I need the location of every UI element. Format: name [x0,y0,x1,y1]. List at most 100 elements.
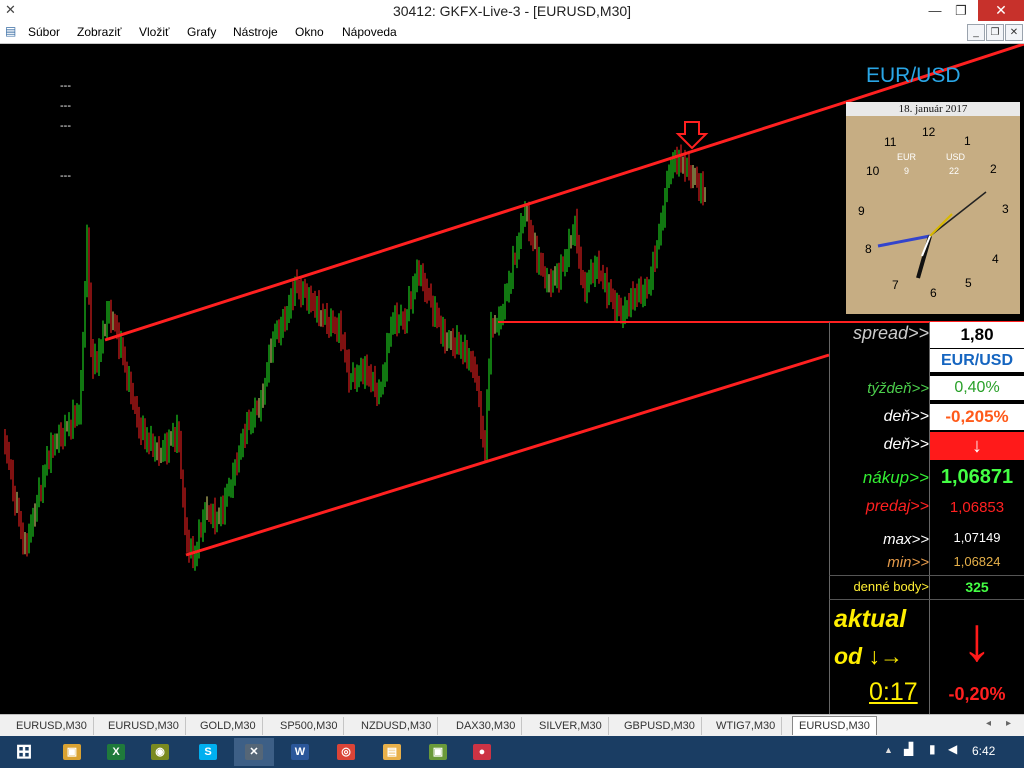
battery-icon[interactable]: ▮ [929,742,941,758]
countdown-timer: 0:17 [869,678,918,706]
big-down-arrow-icon: ↓ [961,605,993,674]
clock-time[interactable]: 6:42 [972,744,995,758]
clock-number-4: 4 [992,252,999,266]
day-direction-arrow: ↓ [930,432,1024,460]
day-label: deň>> [883,408,929,425]
menu-insert[interactable]: Vložiť [139,25,170,39]
clock-face: 12 1 2 3 4 5 6 7 8 9 10 11 EUR 9 USD 22 [846,116,1020,314]
week-label: týždeň>> [867,380,929,397]
down-arrow-icon [675,121,709,150]
close-button[interactable]: ✕ [978,0,1024,21]
word-icon: W [291,744,309,760]
clock-number-7: 7 [892,278,899,292]
indicator-dash: --- [60,100,71,112]
excel-icon: X [107,744,125,760]
mdi-minimize-button[interactable]: _ [967,24,985,41]
tab-eurusd-m30[interactable]: EURUSD,M30 [102,717,186,735]
menu-bar: ▤ Súbor Zobraziť Vložiť Grafy Nástroje O… [0,22,1024,44]
tab-scroll-right-icon[interactable]: ▸ [1006,718,1011,729]
max-value: 1,07149 [953,530,1001,545]
taskbar-skype-button[interactable]: S [188,738,228,766]
mdi-close-button[interactable]: ✕ [1005,24,1023,41]
volume-icon[interactable]: ◀ [948,742,962,758]
indicator-dash: --- [60,80,71,92]
app-9-icon: ▣ [429,744,447,760]
start-icon: ⊞ [15,741,33,763]
tray-expand-icon[interactable]: ▲ [884,745,893,755]
document-icon[interactable]: ▤ [5,24,20,39]
window-title: 30412: GKFX-Live-3 - [EURUSD,M30] [392,3,632,19]
taskbar: ⊞ ▣ X ◉ S ✕ W ◎ ▤ ▣ ● ▲ ▟ ▮ ◀ 6:42 [0,736,1024,768]
tab-scroll-left-icon[interactable]: ◂ [986,718,991,729]
taskbar-excel-button[interactable]: X [96,738,136,766]
clock-widget: 18. január 2017 12 1 2 3 4 5 6 7 8 9 10 … [846,102,1020,314]
info-panel: spread>> 1,80 EUR/USD týždeň>> 0,40% deň… [829,322,1024,714]
indicator-dash: --- [60,170,71,182]
maximize-button[interactable]: ❐ [946,0,976,21]
aktual-label: aktual [834,605,907,633]
network-icon[interactable]: ▟ [904,742,920,758]
mdi-restore-button[interactable]: ❐ [986,24,1004,41]
day-value: -0,205% [930,404,1024,430]
tab-wtig7-m30[interactable]: WTIG7,M30 [710,717,783,735]
tab-eurusd-m30-active[interactable]: EURUSD,M30 [792,716,877,735]
day-direction-label: deň>> [883,436,929,453]
clock-number-1: 1 [964,134,971,148]
clock-number-3: 3 [1002,202,1009,216]
pair-label: EUR/USD [930,349,1024,372]
clock-zone-usd-label: USD [946,152,966,162]
explorer-icon: ▤ [383,744,401,760]
spread-label: spread>> [852,323,929,343]
menu-file[interactable]: Súbor [28,25,60,39]
menu-help[interactable]: Nápoveda [342,25,397,39]
clock-number-11: 11 [884,135,897,149]
taskbar-app-1-button[interactable]: ▣ [52,738,92,766]
tab-eurusd-m30[interactable]: EURUSD,M30 [10,717,94,735]
mt4-icon: ✕ [245,744,263,760]
taskbar-word-button[interactable]: W [280,738,320,766]
menu-tools[interactable]: Nástroje [233,25,278,39]
tab-gold-m30[interactable]: GOLD,M30 [194,717,263,735]
clock-zone-eur-value: 9 [904,166,910,176]
max-label: max>> [883,531,929,548]
taskbar-app-3-button[interactable]: ◉ [140,738,180,766]
taskbar-chrome-button[interactable]: ◎ [326,738,366,766]
daily-points-label: denné body> [853,579,929,594]
chart-tabs: EURUSD,M30 EURUSD,M30 GOLD,M30 SP500,M30… [0,714,1024,737]
menu-view[interactable]: Zobraziť [77,25,122,39]
clock-minute-hand [929,213,953,237]
tab-silver-m30[interactable]: SILVER,M30 [533,717,609,735]
tab-gbpusd-m30[interactable]: GBPUSD,M30 [618,717,702,735]
sell-value: 1,06853 [949,499,1005,516]
clock-blue-hand [877,234,931,248]
clock-number-12: 12 [922,125,936,139]
taskbar-app-10-button[interactable]: ● [462,738,502,766]
spread-value: 1,80 [930,322,1024,348]
app-1-icon: ▣ [63,744,81,760]
clock-number-6: 6 [930,286,937,300]
taskbar-start-button[interactable]: ⊞ [4,738,44,766]
min-label: min>> [887,554,929,571]
tab-sp500-m30[interactable]: SP500,M30 [274,717,345,735]
skype-icon: S [199,744,217,760]
week-value: 0,40% [930,376,1024,400]
od-label: od ↓→ [834,643,903,669]
menu-window[interactable]: Okno [295,25,324,39]
clock-number-5: 5 [965,276,972,290]
taskbar-app-9-button[interactable]: ▣ [418,738,458,766]
chrome-icon: ◎ [337,744,355,760]
min-value: 1,06824 [953,554,1001,569]
clock-second-hand [929,191,987,237]
clock-number-10: 10 [866,164,880,178]
menu-charts[interactable]: Grafy [187,25,216,39]
clock-zone-usd-value: 22 [949,166,960,176]
daily-points-value: 325 [965,579,989,595]
taskbar-explorer-button[interactable]: ▤ [372,738,412,766]
taskbar-mt4-button[interactable]: ✕ [234,738,274,766]
clock-zone-eur-label: EUR [897,152,917,162]
tab-dax30-m30[interactable]: DAX30,M30 [450,717,523,735]
app-10-icon: ● [473,744,491,760]
app-3-icon: ◉ [151,744,169,760]
tab-nzdusd-m30[interactable]: NZDUSD,M30 [355,717,439,735]
title-bar: ✕ 30412: GKFX-Live-3 - [EURUSD,M30] — ❐ … [0,0,1024,23]
